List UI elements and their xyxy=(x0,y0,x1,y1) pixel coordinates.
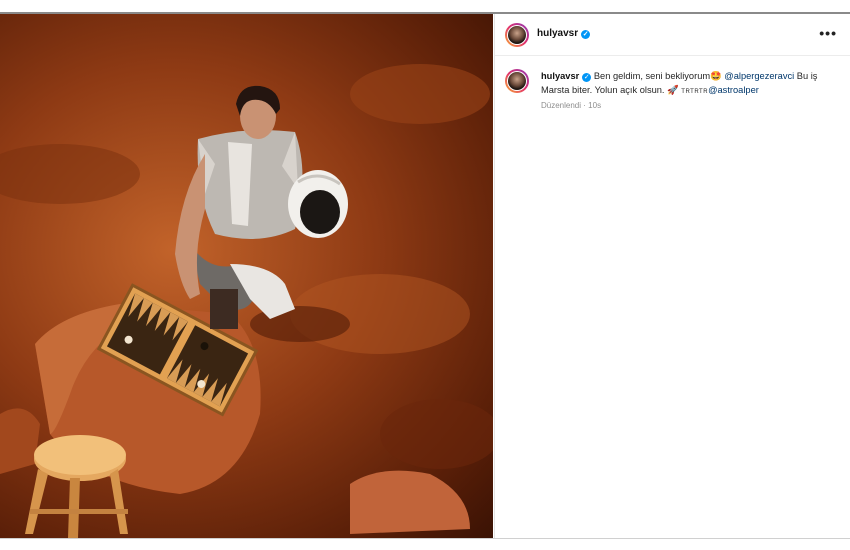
mention-link[interactable]: @astroalper xyxy=(708,85,759,95)
profile-picture xyxy=(508,72,526,90)
post-photo[interactable] xyxy=(0,14,493,538)
post-side-panel: hulyavsr ✓ ••• hulyavsr ✓ Ben geldim, seni… xyxy=(494,14,850,538)
emoji-star-struck: 🤩 xyxy=(710,71,722,81)
emoji-rocket: 🚀 xyxy=(667,85,679,95)
edited-label: Düzenlendi xyxy=(541,101,582,110)
post-header: hulyavsr ✓ ••• xyxy=(495,14,850,56)
meta-separator: · xyxy=(583,101,586,110)
verified-badge-icon: ✓ xyxy=(581,30,591,39)
caption-text: Ben geldim, seni bekliyorum xyxy=(593,71,711,81)
post-meta: Düzenlendi · 10s xyxy=(541,101,601,110)
avatar[interactable] xyxy=(505,23,529,47)
flag-emoji-text: TRTRTR xyxy=(681,89,709,95)
caption: hulyavsr ✓ Ben geldim, seni bekliyorum🤩 @… xyxy=(541,69,831,99)
caption-username[interactable]: hulyavsr xyxy=(541,71,579,81)
header-username[interactable]: hulyavsr ✓ xyxy=(537,28,591,39)
mars-scene-image xyxy=(0,64,493,538)
verified-badge-icon: ✓ xyxy=(582,73,592,82)
comment-avatar[interactable] xyxy=(505,69,529,93)
mention-link[interactable]: @alpergezeravci xyxy=(724,71,794,81)
more-options-icon[interactable]: ••• xyxy=(819,26,837,40)
profile-picture xyxy=(508,26,526,44)
post-time[interactable]: 10s xyxy=(588,101,601,110)
